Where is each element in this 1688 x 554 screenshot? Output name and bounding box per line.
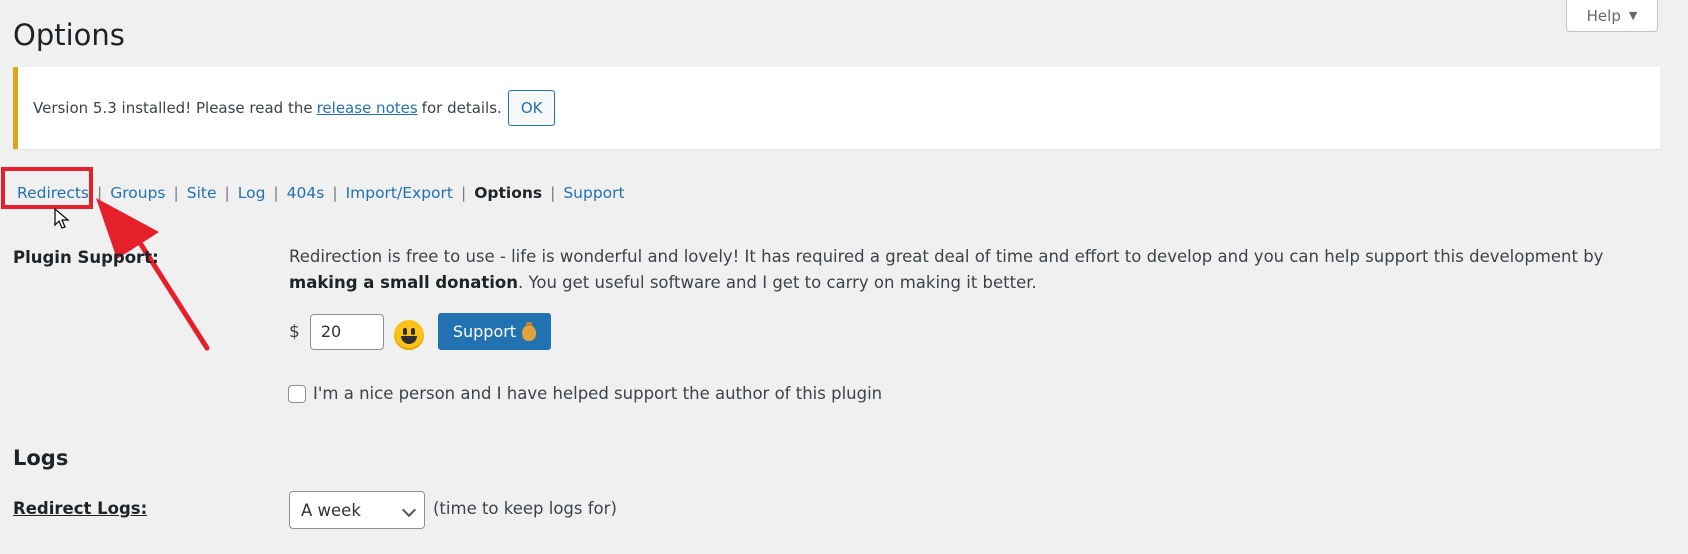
notice-text-after: for details.	[421, 99, 502, 117]
nav-separator: |	[273, 184, 279, 202]
release-notes-link[interactable]: release notes	[317, 99, 418, 117]
nav-separator: |	[224, 184, 230, 202]
nav-separator: |	[550, 184, 556, 202]
support-text-bold: making a small donation	[289, 273, 518, 292]
nav-404s[interactable]: 404s	[287, 184, 325, 202]
supporter-checkbox-row[interactable]: I'm a nice person and I have helped supp…	[288, 384, 882, 403]
redirect-logs-hint: (time to keep logs for)	[433, 499, 617, 518]
supporter-checkbox[interactable]	[288, 384, 306, 403]
nav-options[interactable]: Options	[474, 184, 542, 202]
nav-separator: |	[97, 184, 103, 202]
help-label: Help	[1586, 6, 1621, 25]
nav-support[interactable]: Support	[563, 184, 624, 202]
nav-separator: |	[173, 184, 179, 202]
donation-row: $ Support	[289, 313, 552, 350]
mouse-cursor-icon	[54, 208, 70, 229]
plugin-support-description: Redirection is free to use - life is won…	[289, 244, 1654, 296]
nav-separator: |	[332, 184, 338, 202]
page-title: Options	[13, 18, 125, 52]
subsubsub-nav: Redirects | Groups | Site | Log | 404s |…	[17, 184, 625, 202]
donation-amount-input[interactable]	[309, 313, 384, 350]
grinning-face-icon	[393, 319, 424, 350]
help-button[interactable]: Help ▼	[1566, 0, 1658, 32]
plugin-support-label: Plugin Support:	[13, 248, 159, 267]
redirect-logs-value: A week	[301, 500, 361, 520]
update-notice: Version 5.3 installed! Please read the r…	[13, 67, 1660, 149]
supporter-checkbox-label: I'm a nice person and I have helped supp…	[313, 384, 883, 403]
notice-text-before: Version 5.3 installed! Please read the	[33, 99, 313, 117]
support-text-before: Redirection is free to use - life is won…	[289, 247, 1604, 266]
support-text-after: . You get useful software and I get to c…	[518, 273, 1037, 292]
nav-log[interactable]: Log	[238, 184, 266, 202]
caret-down-icon: ▼	[1628, 9, 1638, 22]
support-button-label: Support	[452, 322, 517, 341]
notice-ok-button[interactable]: OK	[507, 90, 556, 126]
nav-import-export[interactable]: Import/Export	[346, 184, 453, 202]
support-button[interactable]: Support	[437, 313, 552, 350]
nav-separator: |	[460, 184, 467, 202]
money-bag-icon	[522, 321, 537, 341]
redirect-logs-select[interactable]: A week	[289, 491, 425, 529]
currency-symbol: $	[289, 321, 300, 342]
nav-site[interactable]: Site	[187, 184, 217, 202]
annotation-arrow-icon	[96, 198, 210, 351]
logs-section-title: Logs	[13, 446, 69, 470]
chevron-down-icon	[401, 502, 417, 518]
nav-groups[interactable]: Groups	[110, 184, 165, 202]
redirect-logs-label: Redirect Logs:	[13, 499, 148, 518]
nav-redirects[interactable]: Redirects	[17, 184, 89, 202]
